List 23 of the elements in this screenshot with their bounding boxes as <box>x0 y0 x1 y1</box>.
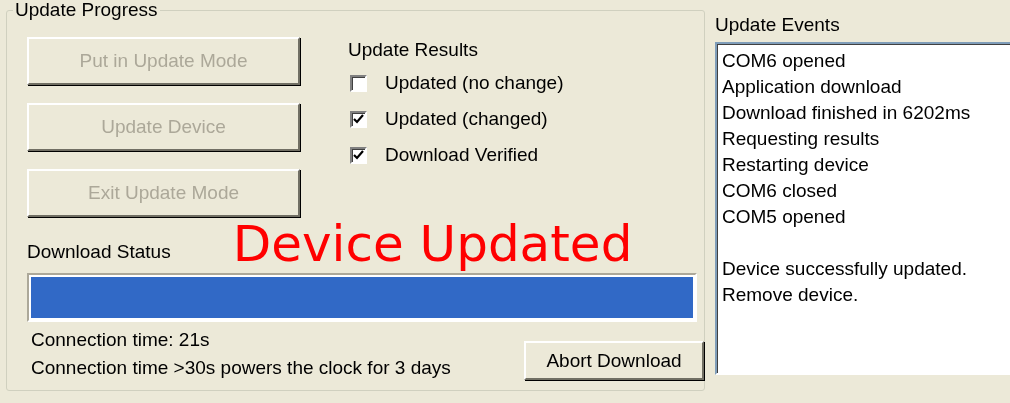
status-text: Device Updated <box>232 219 633 269</box>
checkbox-label: Updated (changed) <box>385 108 548 130</box>
section-label: Update Results <box>348 39 479 61</box>
event-line: COM6 opened <box>722 49 847 73</box>
section-label: Update Events <box>715 14 841 36</box>
checkbox[interactable] <box>350 110 367 128</box>
event-line: COM5 opened <box>722 205 847 229</box>
group-title: Update Progress <box>13 0 160 21</box>
connection-time: Connection time: 21s <box>31 328 211 352</box>
section-label: Download Status <box>27 241 171 264</box>
checkbox-label: Download Verified <box>385 144 539 166</box>
connection-note: Connection time >30s powers the clock for 3 days <box>31 356 451 380</box>
checkbox[interactable] <box>350 74 367 92</box>
event-line: Remove device. <box>722 283 860 307</box>
event-line: Device successfully updated. <box>722 257 968 281</box>
abort-button[interactable]: Abort Download <box>524 341 704 380</box>
checkbox-label: Updated (no change) <box>385 72 564 94</box>
event-line: Requesting results <box>722 127 881 151</box>
event-line: Restarting device <box>722 153 870 177</box>
event-line: COM6 closed <box>722 179 839 203</box>
event-line: Application download <box>722 75 903 99</box>
event-line: Download finished in 6202ms <box>722 101 972 125</box>
checkbox[interactable] <box>350 146 367 164</box>
